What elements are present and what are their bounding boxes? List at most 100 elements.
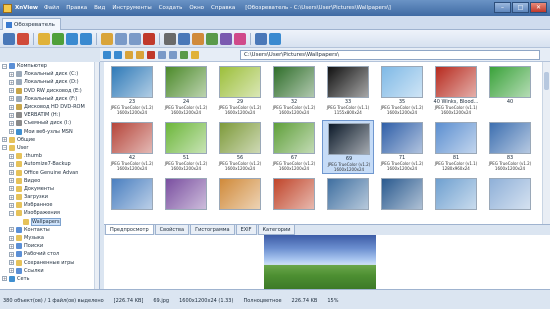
tree-item[interactable]: + Поиски	[0, 242, 99, 250]
tree-item[interactable]: + Дисковод HD DVD-ROM	[0, 103, 99, 111]
tree-expander[interactable]: +	[9, 251, 14, 257]
thumbnail-item[interactable]: 24 JPEG TrueColor (v1.2) 1600x1200x24	[160, 64, 212, 118]
tree-expander[interactable]: +	[9, 96, 14, 102]
folder-up-icon[interactable]	[38, 32, 50, 45]
settings-icon[interactable]	[255, 32, 267, 45]
tree-expander[interactable]: +	[9, 161, 14, 167]
tree-expander[interactable]: +	[9, 104, 14, 110]
tree-item[interactable]: Wallpapers	[0, 217, 99, 226]
thumbnail-item[interactable]	[430, 176, 482, 224]
thumbnail-item[interactable]: 67 JPEG TrueColor (v1.2) 1600x1200x24	[268, 120, 320, 174]
menu-help[interactable]: Справка	[211, 5, 235, 11]
thumbnail-item[interactable]	[484, 176, 536, 224]
tree-expander[interactable]: +	[9, 129, 14, 135]
webpage-icon[interactable]	[220, 32, 232, 45]
thumbnail-item[interactable]: 51 JPEG TrueColor (v1.2) 1600x1200x24	[160, 120, 212, 174]
tree-item[interactable]: + Мои веб-узлы MSN	[0, 128, 99, 136]
tab-preview[interactable]: Предпросмотр	[105, 225, 154, 235]
tree-item[interactable]: + Локальный диск (C:)	[0, 70, 99, 78]
scrollbar-thumb[interactable]	[544, 72, 549, 90]
tree-item[interactable]: + Музыка	[0, 234, 99, 242]
thumbnail-item[interactable]: 40	[484, 64, 536, 118]
tab-browser[interactable]: Обозреватель	[2, 18, 61, 30]
menu-tools[interactable]: Инструменты	[112, 5, 151, 11]
filter-icon[interactable]	[180, 50, 188, 59]
thumbnail-item[interactable]: 71 JPEG TrueColor (v1.2) 1600x1200x24	[376, 120, 428, 174]
thumbnail-item[interactable]: 33 JPEG TrueColor (v1.1) 1155x800x24	[322, 64, 374, 118]
menu-file[interactable]: Файл	[44, 5, 59, 11]
new-folder-icon[interactable]	[136, 50, 144, 59]
tree-item[interactable]: + Automize7-Backup	[0, 160, 99, 168]
tree-expander[interactable]: −	[2, 145, 7, 151]
address-input[interactable]: C:\Users\User\Pictures\Wallpapers\	[240, 50, 540, 60]
thumbnail-item[interactable]	[268, 176, 320, 224]
tree-expander[interactable]: +	[9, 88, 14, 94]
thumbnail-item[interactable]	[376, 176, 428, 224]
tree-item[interactable]: + Локальный диск (F:)	[0, 95, 99, 103]
tree-expander[interactable]: +	[9, 112, 14, 118]
tree-item[interactable]: + Сохраненные игры	[0, 259, 99, 267]
thumbnail-item[interactable]	[214, 176, 266, 224]
tab-histogram[interactable]: Гистограмма	[190, 225, 235, 235]
tree-item[interactable]: + Рабочий стол	[0, 250, 99, 258]
tree-item[interactable]: + VERBATIM (H:)	[0, 111, 99, 119]
tree-expander[interactable]: +	[9, 71, 14, 77]
tree-item[interactable]: + Ссылки	[0, 267, 99, 275]
thumbnail-item[interactable]: 32 JPEG TrueColor (v1.2) 1600x1200x24	[268, 64, 320, 118]
minimize-button[interactable]: –	[494, 2, 511, 13]
thumbnail-item[interactable]: 56 JPEG TrueColor (v1.2) 1600x1200x24	[214, 120, 266, 174]
tree-expander[interactable]: +	[9, 153, 14, 159]
fullscreen-icon[interactable]	[17, 32, 29, 45]
mail-icon[interactable]	[234, 32, 246, 45]
thumbnail-item[interactable]	[322, 176, 374, 224]
tree-expander[interactable]: +	[9, 243, 14, 249]
tree-expander[interactable]: +	[9, 79, 14, 85]
tree-item[interactable]: − User	[0, 144, 99, 152]
tree-expander[interactable]: −	[9, 210, 14, 216]
tree-item[interactable]: + Контакты	[0, 226, 99, 234]
print-icon[interactable]	[164, 32, 176, 45]
tab-exif[interactable]: EXIF	[235, 225, 257, 235]
thumbnail-item[interactable]: 69 JPEG TrueColor (v1.2) 1600x1200x24	[322, 120, 374, 174]
tree-expander[interactable]: +	[9, 170, 14, 176]
thumbnail-item[interactable]: 29 JPEG TrueColor (v1.2) 1600x1200x24	[214, 64, 266, 118]
move-icon[interactable]	[129, 32, 141, 45]
tree-item[interactable]: + Office Genuine Advan	[0, 168, 99, 176]
maximize-button[interactable]: □	[512, 2, 529, 13]
menu-window[interactable]: Окно	[189, 5, 204, 11]
tree-expander[interactable]: +	[9, 235, 14, 241]
browser-icon[interactable]	[3, 32, 15, 45]
tree-expander[interactable]: +	[9, 260, 14, 266]
tree-item[interactable]: + Видео	[0, 177, 99, 185]
tree-item[interactable]: − Изображения	[0, 209, 99, 217]
refresh-icon[interactable]	[52, 32, 64, 45]
tree-scrollbar[interactable]	[94, 62, 99, 289]
back-arrow-icon[interactable]	[103, 50, 111, 59]
tree-item[interactable]: + .thumb	[0, 152, 99, 160]
forward-arrow-icon[interactable]	[114, 50, 122, 59]
tree-item[interactable]: + Общие	[0, 136, 99, 144]
thumbnail-item[interactable]	[106, 176, 158, 224]
menu-create[interactable]: Создать	[159, 5, 183, 11]
tree-expander[interactable]: +	[9, 227, 14, 233]
thumbnail-item[interactable]: 35 JPEG TrueColor (v1.2) 1600x1200x24	[376, 64, 428, 118]
capture-icon[interactable]	[206, 32, 218, 45]
tree-expander[interactable]: +	[2, 276, 7, 282]
thumbnail-item[interactable]: 81 JPEG TrueColor (v1.1) 1280x960x24	[430, 120, 482, 174]
thumbnail-item[interactable]: 23 JPEG TrueColor (v1.2) 1600x1200x24	[106, 64, 158, 118]
tree-expander[interactable]: +	[9, 202, 14, 208]
tree-expander[interactable]: −	[2, 63, 7, 69]
tree-item[interactable]: + Съемный диск (I:)	[0, 119, 99, 127]
tree-expander[interactable]	[16, 219, 21, 224]
tree-expander[interactable]: +	[9, 178, 14, 184]
thumbnail-item[interactable]: 40 Winks, Blood... JPEG TrueColor (v1.1) 1…	[430, 64, 482, 118]
thumbnail-scrollbar[interactable]	[542, 62, 550, 224]
menu-edit[interactable]: Правка	[66, 5, 87, 11]
close-button[interactable]: ✕	[530, 2, 547, 13]
tree-item[interactable]: + DVD RW дисковод (E:)	[0, 87, 99, 95]
tree-expander[interactable]: +	[9, 186, 14, 192]
tree-item[interactable]: + Избранное	[0, 201, 99, 209]
back-icon[interactable]	[66, 32, 78, 45]
parent-folder-icon[interactable]	[125, 50, 133, 59]
thumbnail-item[interactable]: 83 JPEG TrueColor (v1.2) 1600x1200x24	[484, 120, 536, 174]
